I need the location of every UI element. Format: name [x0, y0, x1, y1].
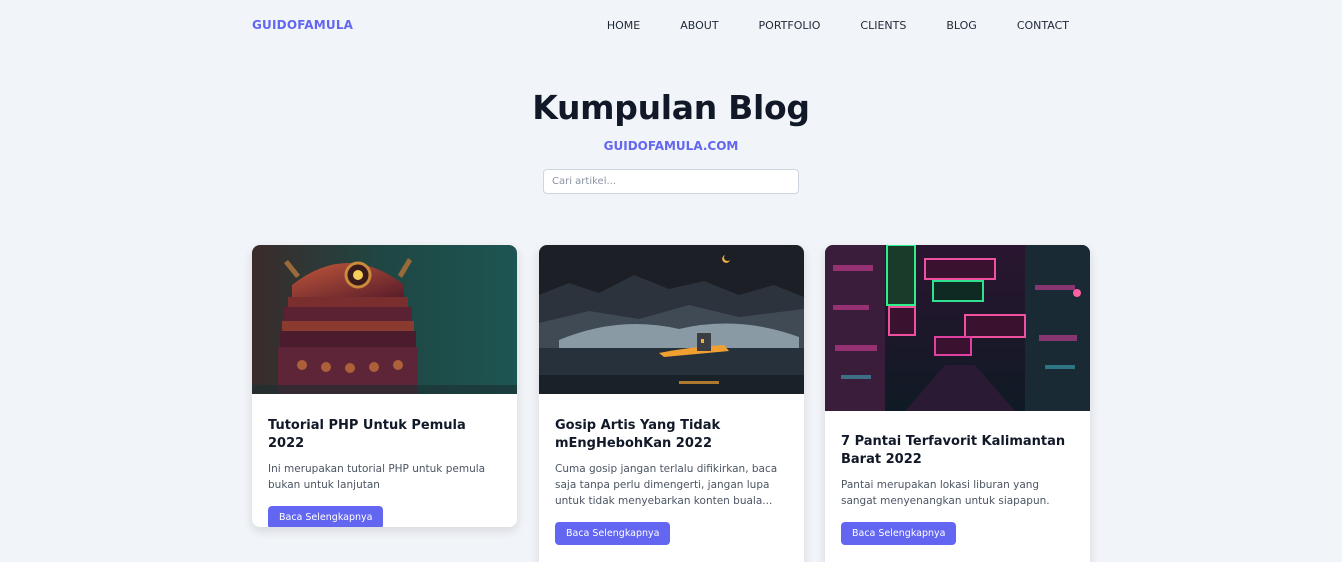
nav-item-portfolio[interactable]: PORTFOLIO — [759, 19, 821, 32]
nav-item-clients[interactable]: CLIENTS — [860, 19, 906, 32]
nav-item-about[interactable]: ABOUT — [680, 19, 718, 32]
card-description: Ini merupakan tutorial PHP untuk pemula … — [268, 463, 486, 491]
read-more-button[interactable]: Baca Selengkapnya — [268, 506, 384, 527]
card-description: Pantai merupakan lokasi liburan yang san… — [841, 479, 1050, 507]
read-more-button[interactable]: Baca Selengkapnya — [841, 522, 957, 545]
nav-item-home[interactable]: HOME — [607, 19, 640, 32]
card-image-robot[interactable] — [252, 245, 517, 394]
card-body: Gosip Artis Yang Tidak mEngHebohKan 2022… — [539, 417, 804, 545]
card-title[interactable]: Tutorial PHP Untuk Pemula 2022 — [268, 417, 501, 453]
search-input[interactable] — [543, 169, 799, 194]
card-title[interactable]: 7 Pantai Terfavorit Kalimantan Barat 202… — [841, 433, 1074, 469]
card-image-neon-city[interactable] — [825, 245, 1090, 411]
card-body: 7 Pantai Terfavorit Kalimantan Barat 202… — [825, 433, 1090, 545]
top-navbar: GUIDOFAMULA HOME ABOUT PORTFOLIO CLIENTS… — [252, 0, 1090, 50]
card-image-night-landscape[interactable] — [539, 245, 804, 394]
hero-section: Kumpulan Blog GUIDOFAMULA.COM — [0, 88, 1342, 153]
card-description: Cuma gosip jangan terlalu difikirkan, ba… — [555, 463, 778, 507]
blog-card: Gosip Artis Yang Tidak mEngHebohKan 2022… — [539, 245, 804, 562]
nav-item-blog[interactable]: BLOG — [946, 19, 976, 32]
blog-card: Tutorial PHP Untuk Pemula 2022 Ini merup… — [252, 245, 517, 527]
brand-logo[interactable]: GUIDOFAMULA — [252, 18, 353, 32]
page-subtitle: GUIDOFAMULA.COM — [603, 139, 739, 153]
card-title[interactable]: Gosip Artis Yang Tidak mEngHebohKan 2022 — [555, 417, 788, 453]
page-title: Kumpulan Blog — [532, 88, 810, 127]
read-more-button[interactable]: Baca Selengkapnya — [555, 522, 671, 545]
blog-card: 7 Pantai Terfavorit Kalimantan Barat 202… — [825, 245, 1090, 562]
nav-item-contact[interactable]: CONTACT — [1017, 19, 1069, 32]
card-body: Tutorial PHP Untuk Pemula 2022 Ini merup… — [252, 417, 517, 527]
nav-menu: HOME ABOUT PORTFOLIO CLIENTS BLOG CONTAC… — [607, 19, 1069, 32]
